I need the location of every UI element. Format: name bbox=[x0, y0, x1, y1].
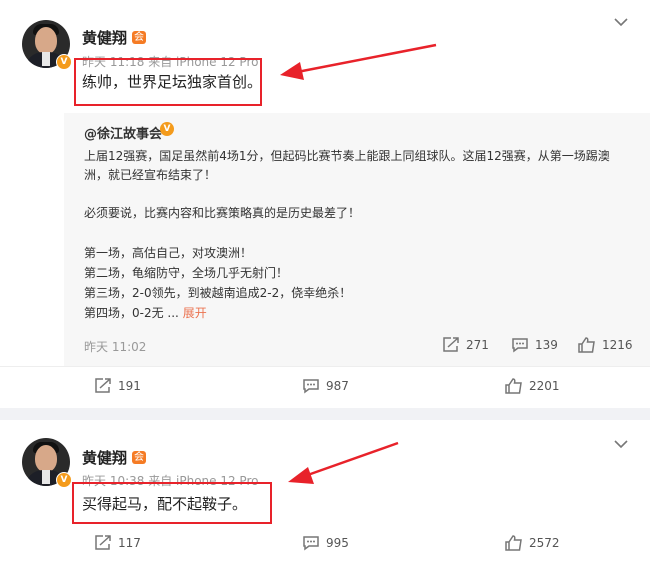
like-icon bbox=[505, 535, 522, 551]
like-button[interactable]: 2572 bbox=[505, 535, 560, 551]
divider bbox=[0, 366, 650, 367]
like-count: 1216 bbox=[602, 338, 633, 352]
comment-count: 139 bbox=[535, 338, 558, 352]
repost-truncated-text: 第四场，0-2无 ... bbox=[84, 306, 179, 320]
repost-count: 191 bbox=[118, 379, 141, 393]
repost-text-line: 必须要说，比赛内容和比赛策略真的是历史最差了！ bbox=[84, 206, 361, 220]
repost-container[interactable]: @徐江故事会 V 上届12强赛，国足虽然前4场1分，但起码比赛节奏上能跟上同组球… bbox=[64, 113, 650, 366]
comment-icon bbox=[303, 379, 319, 394]
like-button[interactable]: 2201 bbox=[505, 378, 560, 394]
feed-card: V 黄健翔 会 昨天 11:18 来自 iPhone 12 Pro 练帅，世界足… bbox=[0, 0, 650, 408]
repost-icon bbox=[95, 535, 111, 550]
highlight-box bbox=[72, 482, 272, 524]
repost-author[interactable]: @徐江故事会 bbox=[84, 123, 162, 142]
author-name[interactable]: 黄健翔 bbox=[82, 27, 127, 48]
repost-count: 117 bbox=[118, 536, 141, 550]
red-arrow bbox=[280, 43, 437, 80]
comment-icon bbox=[303, 536, 319, 551]
chevron-down-icon[interactable] bbox=[614, 12, 628, 31]
repost-button[interactable]: 271 bbox=[442, 337, 489, 353]
repost-count: 271 bbox=[466, 338, 489, 352]
like-icon bbox=[505, 378, 522, 394]
repost-text-line: 第二场，龟缩防守，全场几乎无射门！ bbox=[84, 266, 289, 280]
repost-time: 昨天 11:02 bbox=[84, 340, 147, 354]
like-count: 2201 bbox=[529, 379, 560, 393]
repost-icon bbox=[95, 378, 111, 393]
verified-v-icon: V bbox=[56, 472, 72, 488]
repost-text-line: 第四场，0-2无 ... 展开 bbox=[84, 304, 207, 321]
expand-link[interactable]: 展开 bbox=[183, 306, 207, 320]
verified-v-icon: V bbox=[160, 122, 174, 136]
comment-button[interactable]: 139 bbox=[511, 337, 558, 353]
comment-icon bbox=[512, 338, 528, 353]
repost-button[interactable]: 191 bbox=[94, 378, 141, 394]
like-count: 2572 bbox=[529, 536, 560, 550]
comment-count: 987 bbox=[326, 379, 349, 393]
feed-card: V 黄健翔 会 昨天 10:38 来自 iPhone 12 Pro 买得起马，配… bbox=[0, 420, 650, 565]
verified-v-icon: V bbox=[56, 54, 72, 70]
repost-text-line: 第三场，2-0领先，到被越南追成2-2，侥幸绝杀！ bbox=[84, 286, 352, 300]
like-button[interactable]: 1216 bbox=[578, 337, 633, 353]
comment-count: 995 bbox=[326, 536, 349, 550]
repost-button[interactable]: 117 bbox=[94, 535, 141, 551]
repost-text-line: 洲，就已经宣布结束了！ bbox=[84, 168, 217, 182]
author-name[interactable]: 黄健翔 bbox=[82, 447, 127, 468]
repost-icon bbox=[443, 337, 459, 352]
red-arrow bbox=[288, 441, 399, 484]
vip-badge-icon: 会 bbox=[132, 451, 146, 464]
comment-button[interactable]: 987 bbox=[302, 378, 349, 394]
repost-text-line: 上届12强赛，国足虽然前4场1分，但起码比赛节奏上能跟上同组球队。这届12强赛，… bbox=[84, 149, 610, 163]
comment-button[interactable]: 995 bbox=[302, 535, 349, 551]
chevron-down-icon[interactable] bbox=[614, 434, 628, 453]
vip-badge-icon: 会 bbox=[132, 31, 146, 44]
like-icon bbox=[578, 337, 595, 353]
highlight-box bbox=[74, 58, 262, 106]
repost-text-line: 第一场，高估自己，对攻澳洲！ bbox=[84, 246, 253, 260]
